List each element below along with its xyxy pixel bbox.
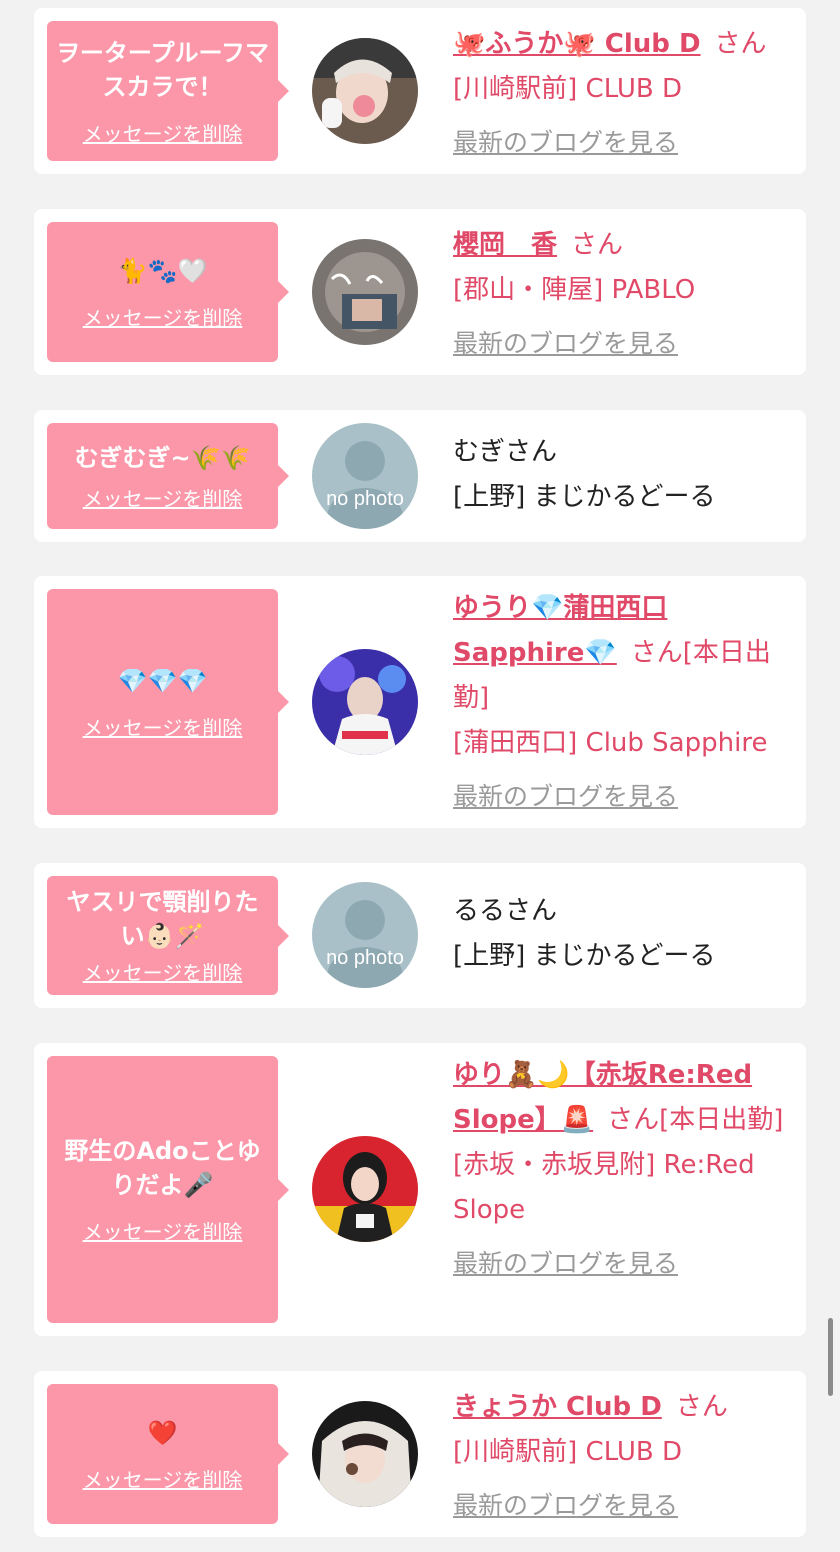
honorific: さん [571, 230, 624, 260]
delete-message-link[interactable]: メッセージを削除 [83, 1216, 243, 1245]
profile-info: ゆり🧸🌙【赤坂Re:Red Slope】🚨 さん[本日出勤] [赤坂・赤坂見附] … [453, 1053, 795, 1287]
profile-info: 🐙ふうか🐙 Club D さん [川崎駅前] CLUB D 最新のブログを見る [453, 22, 795, 166]
favorite-card: ❤️ メッセージを削除 きょうか Club D さん [川崎駅前] CLUB D … [34, 1371, 806, 1537]
avatar[interactable] [312, 38, 418, 144]
honorific: さん [630, 638, 683, 668]
message-text: 🐈🐾🤍 [117, 256, 208, 285]
message-text: ヲータープルーフマスカラで！ [55, 38, 270, 101]
shop-label: [郡山・陣屋] PABLO [453, 275, 696, 305]
profile-name: むぎさん [453, 437, 558, 467]
message-bubble: 野生のAdoことゆりだよ🎤 メッセージを削除 [47, 1056, 289, 1323]
shop-label: [川崎駅前] CLUB D [453, 74, 683, 104]
message-bubble: ❤️ メッセージを削除 [47, 1384, 289, 1524]
no-photo-text: no photo [326, 947, 404, 969]
no-photo-text: no photo [326, 488, 404, 510]
message-bubble: ヲータープルーフマスカラで！ メッセージを削除 [47, 21, 289, 161]
shop-label: [上野] まじかるどーる [453, 941, 716, 971]
favorite-card: 野生のAdoことゆりだよ🎤 メッセージを削除 ゆり🧸🌙【赤坂Re:Red Slo… [34, 1043, 806, 1336]
honorific: さん [714, 29, 767, 59]
message-text: ヤスリで顎削りたい👶🏻🪄 [66, 888, 259, 950]
message-bubble: ヤスリで顎削りたい👶🏻🪄 メッセージを削除 [47, 876, 289, 995]
honorific: さん [675, 1392, 728, 1422]
shop-label: [蒲田西口] Club Sapphire [453, 728, 768, 758]
latest-blog-link[interactable]: 最新のブログを見る [453, 1483, 678, 1528]
latest-blog-link[interactable]: 最新のブログを見る [453, 1241, 678, 1286]
profile-name-link[interactable]: 櫻岡 香 [453, 230, 557, 260]
avatar[interactable] [312, 1136, 418, 1242]
shop-label: [赤坂・赤坂見附] Re:Red Slope [453, 1150, 755, 1225]
favorite-card: 🐈🐾🤍 メッセージを削除 櫻岡 香さん [郡山・陣屋] PABLO 最新のブログ… [34, 209, 806, 375]
profile-info: ゆうり💎蒲田西口Sapphire💎 さん[本日出勤] [蒲田西口] Club Sa… [453, 586, 795, 820]
message-text: ❤️ [147, 1418, 178, 1447]
message-bubble: 🐈🐾🤍 メッセージを削除 [47, 222, 289, 362]
shop-label: [川崎駅前] CLUB D [453, 1437, 683, 1467]
avatar[interactable] [312, 1401, 418, 1507]
message-text: むぎむぎ~🌾🌾 [74, 443, 251, 472]
delete-message-link[interactable]: メッセージを削除 [83, 712, 243, 741]
delete-message-link[interactable]: メッセージを削除 [83, 957, 243, 986]
message-bubble: 💎💎💎 メッセージを削除 [47, 589, 289, 815]
scrollbar[interactable] [828, 1318, 833, 1396]
delete-message-link[interactable]: メッセージを削除 [83, 118, 243, 147]
shop-label: [上野] まじかるどーる [453, 482, 716, 512]
latest-blog-link[interactable]: 最新のブログを見る [453, 774, 678, 819]
profile-name-link[interactable]: 🐙ふうか🐙 Club D [453, 29, 701, 59]
favorite-card: ヤスリで顎削りたい👶🏻🪄 メッセージを削除 no photo るるさん [上野]… [34, 863, 806, 1008]
message-text: 野生のAdoことゆりだよ🎤 [64, 1137, 261, 1199]
profile-name-link[interactable]: きょうか Club D [453, 1392, 662, 1422]
delete-message-link[interactable]: メッセージを削除 [83, 302, 243, 331]
profile-info: 櫻岡 香さん [郡山・陣屋] PABLO 最新のブログを見る [453, 223, 795, 367]
delete-message-link[interactable]: メッセージを削除 [83, 483, 243, 512]
message-text: 💎💎💎 [117, 666, 208, 695]
profile-info: きょうか Club D さん [川崎駅前] CLUB D 最新のブログを見る [453, 1385, 795, 1529]
favorite-card: ヲータープルーフマスカラで！ メッセージを削除 🐙ふうか🐙 Club D さん [… [34, 8, 806, 174]
latest-blog-link[interactable]: 最新のブログを見る [453, 120, 678, 165]
honorific: さん [607, 1105, 660, 1135]
favorite-card: むぎむぎ~🌾🌾 メッセージを削除 no photo むぎさん [上野] まじかる… [34, 410, 806, 542]
attendance-status: [本日出勤] [659, 1105, 784, 1135]
latest-blog-link[interactable]: 最新のブログを見る [453, 321, 678, 366]
avatar[interactable] [312, 239, 418, 345]
delete-message-link[interactable]: メッセージを削除 [83, 1464, 243, 1493]
avatar[interactable] [312, 649, 418, 755]
message-bubble: むぎむぎ~🌾🌾 メッセージを削除 [47, 423, 289, 529]
profile-info: るるさん [上野] まじかるどーる [453, 889, 795, 979]
favorite-card: 💎💎💎 メッセージを削除 ゆうり💎蒲田西口Sapphire💎 さん[本日出勤] [… [34, 576, 806, 828]
avatar[interactable]: no photo [312, 882, 418, 988]
profile-name: るるさん [453, 896, 558, 926]
avatar[interactable]: no photo [312, 423, 418, 529]
profile-info: むぎさん [上野] まじかるどーる [453, 430, 795, 520]
